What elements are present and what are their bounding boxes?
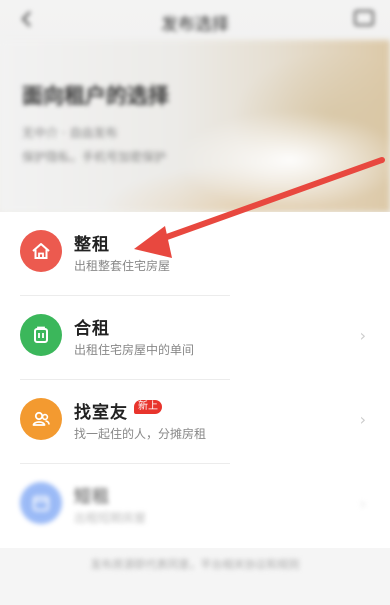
footer-agreement-note: 发布房源即代表同意，平台相关协议和规则 — [90, 558, 300, 571]
new-badge: 新上 — [134, 400, 162, 414]
hero-title: 面向租户的选择 — [22, 84, 169, 108]
chevron-right-icon: › — [359, 326, 366, 345]
home-icon — [20, 230, 62, 272]
footer: 发布房源即代表同意，平台相关协议和规则 — [0, 548, 390, 605]
option-title: 找室友 — [74, 403, 128, 423]
publish-option-list: 整租 出租整套住宅房屋 合租 出租住宅房屋中的单间 › 找室友 新上 找一起住的… — [0, 212, 390, 548]
page-title: 发布选择 — [161, 15, 229, 35]
option-shared-rent[interactable]: 合租 出租住宅房屋中的单间 › — [0, 296, 390, 380]
option-description: 出租整套住宅房屋 — [74, 259, 171, 273]
hero-tags: 无中介 · 自由发布 — [22, 126, 118, 140]
hero-subtitle: 保护隐私，手机号加密保护 — [22, 150, 167, 164]
calendar-icon — [20, 482, 62, 524]
option-title: 合租 — [74, 319, 110, 339]
option-description: 出租住宅房屋中的单间 — [74, 343, 195, 357]
option-find-roommate[interactable]: 找室友 新上 找一起住的人，分摊房租 › — [0, 380, 390, 464]
option-description: 找一起住的人，分摊房租 — [74, 427, 207, 441]
option-whole-rent[interactable]: 整租 出租整套住宅房屋 — [0, 212, 390, 296]
people-icon — [20, 398, 62, 440]
chevron-right-icon: › — [359, 494, 366, 513]
message-icon[interactable] — [354, 10, 374, 26]
option-short-rent[interactable]: 短租 出租短期房屋 › — [0, 464, 390, 548]
option-title: 短租 — [74, 487, 110, 507]
chevron-right-icon: › — [359, 410, 366, 429]
hero-section: 发布选择 面向租户的选择 无中介 · 自由发布 保护隐私，手机号加密保护 — [0, 0, 390, 212]
door-icon — [20, 314, 62, 356]
option-title: 整租 — [74, 235, 110, 255]
option-description: 出租短期房屋 — [74, 511, 147, 525]
